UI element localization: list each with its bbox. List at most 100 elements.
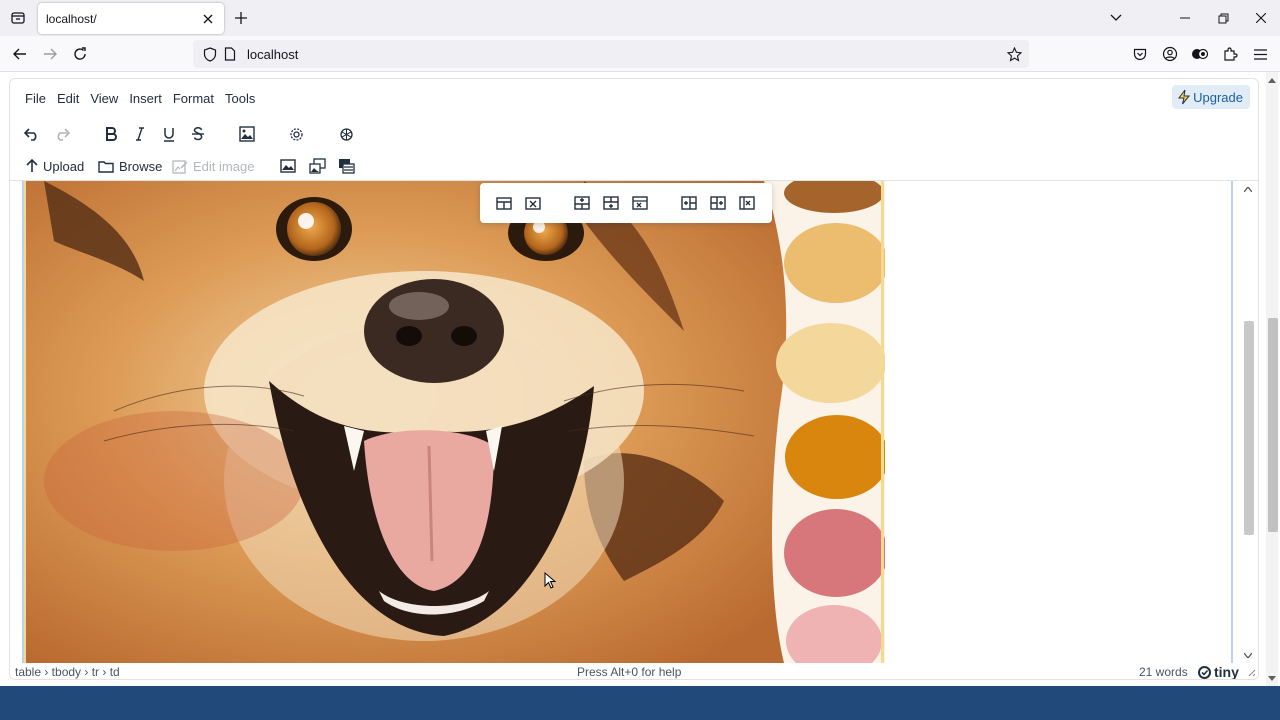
column-insert-before-icon [681,196,697,210]
table-border-right [1231,181,1233,663]
close-tab-icon[interactable] [200,11,216,27]
url-bar[interactable]: localhost [193,40,1029,68]
gallery-icon [309,158,326,174]
upload-button[interactable]: Upload [22,153,88,179]
delete-column-button[interactable] [735,192,759,214]
delete-table-button[interactable] [521,192,545,214]
pocket-icon[interactable] [1128,42,1152,66]
row-insert-after-icon [603,196,619,210]
mouse-cursor-icon [544,572,556,589]
strikethrough-button[interactable] [184,121,212,147]
image-gallery-button[interactable] [305,153,330,179]
tab-overview-icon[interactable] [6,6,30,30]
image-icon [280,159,296,173]
back-icon[interactable] [8,42,32,66]
redo-icon [57,128,70,141]
minimize-icon[interactable] [1172,6,1198,30]
undo-icon [24,128,37,141]
browser-tab-bar: localhost/ [0,0,1280,36]
upgrade-label: Upgrade [1193,89,1243,105]
table-context-toolbar [480,183,772,223]
dog-watercolor-image[interactable] [24,181,885,663]
browse-button[interactable]: Browse [94,153,166,179]
help-hint: Press Alt+0 for help [577,665,682,679]
cell-border-left [24,181,26,663]
editor-toolbar-image: Upload Browse Edit image [10,151,1258,181]
undo-button[interactable] [18,121,46,147]
shield-icon[interactable] [201,45,219,63]
lightning-icon [1178,89,1191,105]
extension-icon[interactable] [1188,42,1212,66]
close-window-icon[interactable] [1248,6,1274,30]
page-scrollbar[interactable] [1266,72,1278,686]
restore-icon[interactable] [1210,6,1236,30]
insert-image-button[interactable] [233,121,261,147]
menu-view[interactable]: View [85,87,123,110]
menu-insert[interactable]: Insert [124,87,167,110]
image-stack-button[interactable] [334,153,359,179]
delete-row-button[interactable] [628,192,652,214]
ai-openai-icon [339,127,353,141]
url-text[interactable]: localhost [247,47,298,62]
edit-image-button[interactable]: Edit image [168,153,258,179]
menu-tools[interactable]: Tools [220,87,260,110]
content-scroll-up-icon[interactable] [1242,183,1254,195]
table-icon [496,196,512,210]
list-all-tabs-icon[interactable] [1103,6,1129,30]
editor-menubar: File Edit View Insert Format Tools Upgra… [10,79,1258,117]
upload-label: Upload [43,158,85,174]
insert-column-after-button[interactable] [706,192,730,214]
page-footer [0,686,1280,720]
ai-shortcuts-button[interactable] [332,121,360,147]
page-icon[interactable] [221,45,239,63]
delete-table-icon [525,196,541,210]
tiny-logo-icon [1198,665,1211,679]
column-insert-after-icon [710,196,726,210]
bold-button[interactable] [97,121,125,147]
app-menu-icon[interactable] [1248,42,1272,66]
content-scroll-thumb[interactable] [1244,321,1254,535]
extensions-puzzle-icon[interactable] [1218,42,1242,66]
scroll-up-icon[interactable] [1266,74,1278,86]
new-tab-icon[interactable] [230,7,252,29]
edit-image-label: Edit image [193,158,255,174]
insert-row-after-button[interactable] [599,192,623,214]
ai-gear-icon [289,127,303,141]
italic-button[interactable] [126,121,154,147]
scroll-down-icon[interactable] [1266,672,1278,684]
content-scroll-down-icon[interactable] [1242,649,1254,661]
reload-icon[interactable] [68,42,92,66]
image-icon [239,126,255,142]
table-properties-button[interactable] [492,192,516,214]
element-path[interactable]: table › tbody › tr › td [15,663,120,679]
resize-handle-icon[interactable] [1246,667,1256,677]
forward-icon[interactable] [38,42,62,66]
row-delete-icon [632,196,648,210]
underline-button[interactable] [155,121,183,147]
ai-assistant-button[interactable] [282,121,310,147]
page-scroll-thumb[interactable] [1268,318,1278,532]
edit-image-icon [172,159,188,174]
menu-format[interactable]: Format [168,87,219,110]
menu-edit[interactable]: Edit [52,87,84,110]
tinymce-editor: File Edit View Insert Format Tools Upgra… [9,78,1259,680]
insert-column-before-button[interactable] [677,192,701,214]
menu-file[interactable]: File [20,87,51,110]
word-count[interactable]: 21 words [1139,663,1188,679]
folder-icon [98,160,114,173]
insert-row-before-button[interactable] [570,192,594,214]
table-cell-image[interactable] [24,181,885,663]
row-insert-before-icon [574,196,590,210]
account-icon[interactable] [1158,42,1182,66]
tiny-logo[interactable]: tiny [1198,663,1239,679]
image-options-button[interactable] [276,153,300,179]
redo-button[interactable] [48,121,76,147]
editor-content[interactable] [10,181,1258,663]
bookmark-star-icon[interactable] [1005,45,1023,63]
browse-label: Browse [119,158,163,174]
browser-nav-bar: localhost [0,36,1280,72]
browser-tab[interactable]: localhost/ [38,3,224,34]
cell-border-right [881,181,884,663]
content-scrollbar[interactable] [1242,181,1254,663]
upgrade-button[interactable]: Upgrade [1172,85,1250,109]
